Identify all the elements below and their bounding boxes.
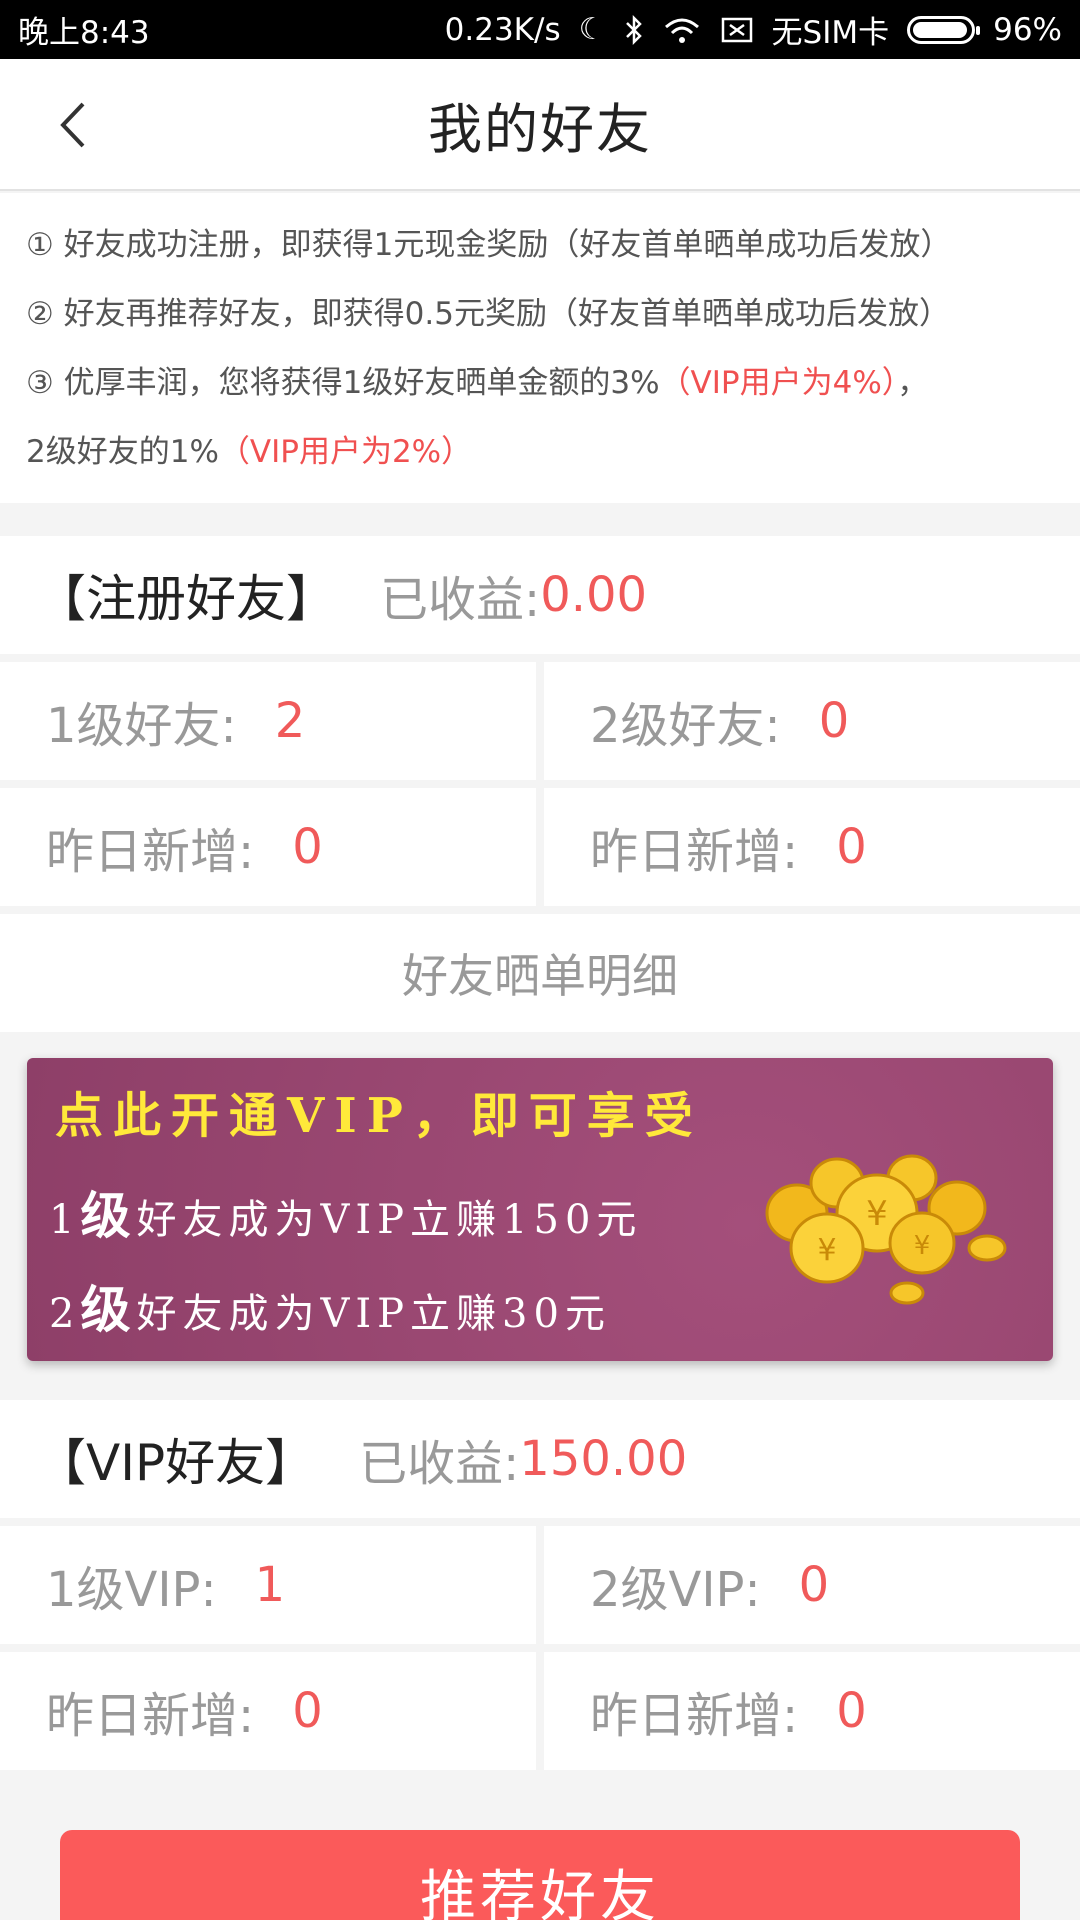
vip-banner-level1: 1级好友成为VIP立赚150元 <box>49 1186 643 1245</box>
page-title: 我的好友 <box>428 97 652 161</box>
vip-earned-value: 150.00 <box>519 1431 688 1487</box>
level2-yesterday-cell: 昨日新增: 0 <box>544 788 1080 906</box>
register-earned-value: 0.00 <box>540 567 648 623</box>
level2-friends-cell[interactable]: 2级好友: 0 <box>544 662 1080 780</box>
level2-vip-label: 2级VIP: <box>590 1562 761 1618</box>
wifi-icon <box>662 15 702 45</box>
level1-friends-count: 2 <box>274 693 306 749</box>
yesterday-label: 昨日新增: <box>46 824 255 880</box>
vip-level2-yesterday-cell: 昨日新增: 0 <box>544 1652 1080 1770</box>
friend-orders-detail-link[interactable]: 好友晒单明细 <box>0 914 1080 1032</box>
svg-text:¥: ¥ <box>817 1233 836 1268</box>
register-section-title: 【注册好友】 <box>36 570 336 628</box>
yesterday-label: 昨日新增: <box>46 1688 255 1744</box>
level1-friends-cell[interactable]: 1级好友: 2 <box>0 662 536 780</box>
level2-vip-count: 0 <box>798 1557 830 1613</box>
battery-icon <box>907 15 981 44</box>
rule-highlight: （VIP用户为2%） <box>218 434 473 470</box>
status-bar: 晚上8:43 0.23K/s ☾ 无SIM卡 96% <box>0 0 1080 59</box>
level2-friends-count: 0 <box>818 693 850 749</box>
level2-vip-cell[interactable]: 2级VIP: 0 <box>544 1526 1080 1644</box>
register-section-header: 【注册好友】 已收益: 0.00 <box>0 536 1080 654</box>
yesterday-label: 昨日新增: <box>590 1688 799 1744</box>
rule-item: ① 好友成功注册，即获得1元现金奖励（好友首单晒单成功后发放） <box>26 227 952 263</box>
vip-level1-yesterday-cell: 昨日新增: 0 <box>0 1652 536 1770</box>
recommend-friend-button[interactable]: 推荐好友 <box>60 1830 1020 1920</box>
vip-banner-level2: 2级好友成为VIP立赚30元 <box>49 1280 611 1339</box>
level1-vip-count: 1 <box>254 1557 286 1613</box>
vip-promo-banner[interactable]: 点此开通VIP，即可享受 1级好友成为VIP立赚150元 2级好友成为VIP立赚… <box>27 1058 1053 1361</box>
level2-friends-label: 2级好友: <box>590 698 781 754</box>
level1-vip-label: 1级VIP: <box>46 1562 217 1618</box>
back-button[interactable] <box>42 95 102 155</box>
sim-off-icon <box>720 15 754 45</box>
svg-text:¥: ¥ <box>866 1194 888 1234</box>
moon-icon: ☾ <box>578 12 606 47</box>
network-speed: 0.23K/s <box>444 11 561 48</box>
vip-section-title: 【VIP好友】 <box>36 1434 316 1492</box>
svg-text:¥: ¥ <box>914 1231 931 1261</box>
rule-item: ② 好友再推荐好友，即获得0.5元奖励（好友首单晒单成功后发放） <box>26 296 950 332</box>
yesterday-count: 0 <box>836 819 867 875</box>
battery-percent: 96% <box>993 11 1062 48</box>
status-right: 0.23K/s ☾ 无SIM卡 96% <box>445 7 1062 52</box>
level1-yesterday-cell: 昨日新增: 0 <box>0 788 536 906</box>
yesterday-count: 0 <box>292 819 323 875</box>
rule-highlight: （VIP用户为4%） <box>659 365 898 401</box>
rule-item: 2级好友的1%（VIP用户为2%） <box>26 434 473 470</box>
level1-vip-cell[interactable]: 1级VIP: 1 <box>0 1526 536 1644</box>
register-earned-label: 已收益: <box>380 572 541 628</box>
yesterday-count: 0 <box>292 1683 323 1739</box>
chevron-left-icon <box>60 102 85 148</box>
status-time: 晚上8:43 <box>18 15 150 51</box>
vip-earned-label: 已收益: <box>359 1436 520 1492</box>
gold-coins-icon: ¥ ¥ ¥ <box>765 1154 1007 1305</box>
app-header: 我的好友 <box>0 59 1080 191</box>
vip-banner-headline: 点此开通VIP，即可享受 <box>55 1088 703 1144</box>
rules-panel: ① 好友成功注册，即获得1元现金奖励（好友首单晒单成功后发放） ② 好友再推荐好… <box>0 193 1080 503</box>
bluetooth-icon <box>624 14 644 45</box>
yesterday-label: 昨日新增: <box>590 824 799 880</box>
rule-item: ③ 优厚丰润，您将获得1级好友晒单金额的3%（VIP用户为4%）， <box>26 365 929 401</box>
sim-status: 无SIM卡 <box>771 15 890 51</box>
level1-friends-label: 1级好友: <box>46 698 237 754</box>
yesterday-count: 0 <box>836 1683 867 1739</box>
vip-section-header: 【VIP好友】 已收益: 150.00 <box>0 1400 1080 1518</box>
